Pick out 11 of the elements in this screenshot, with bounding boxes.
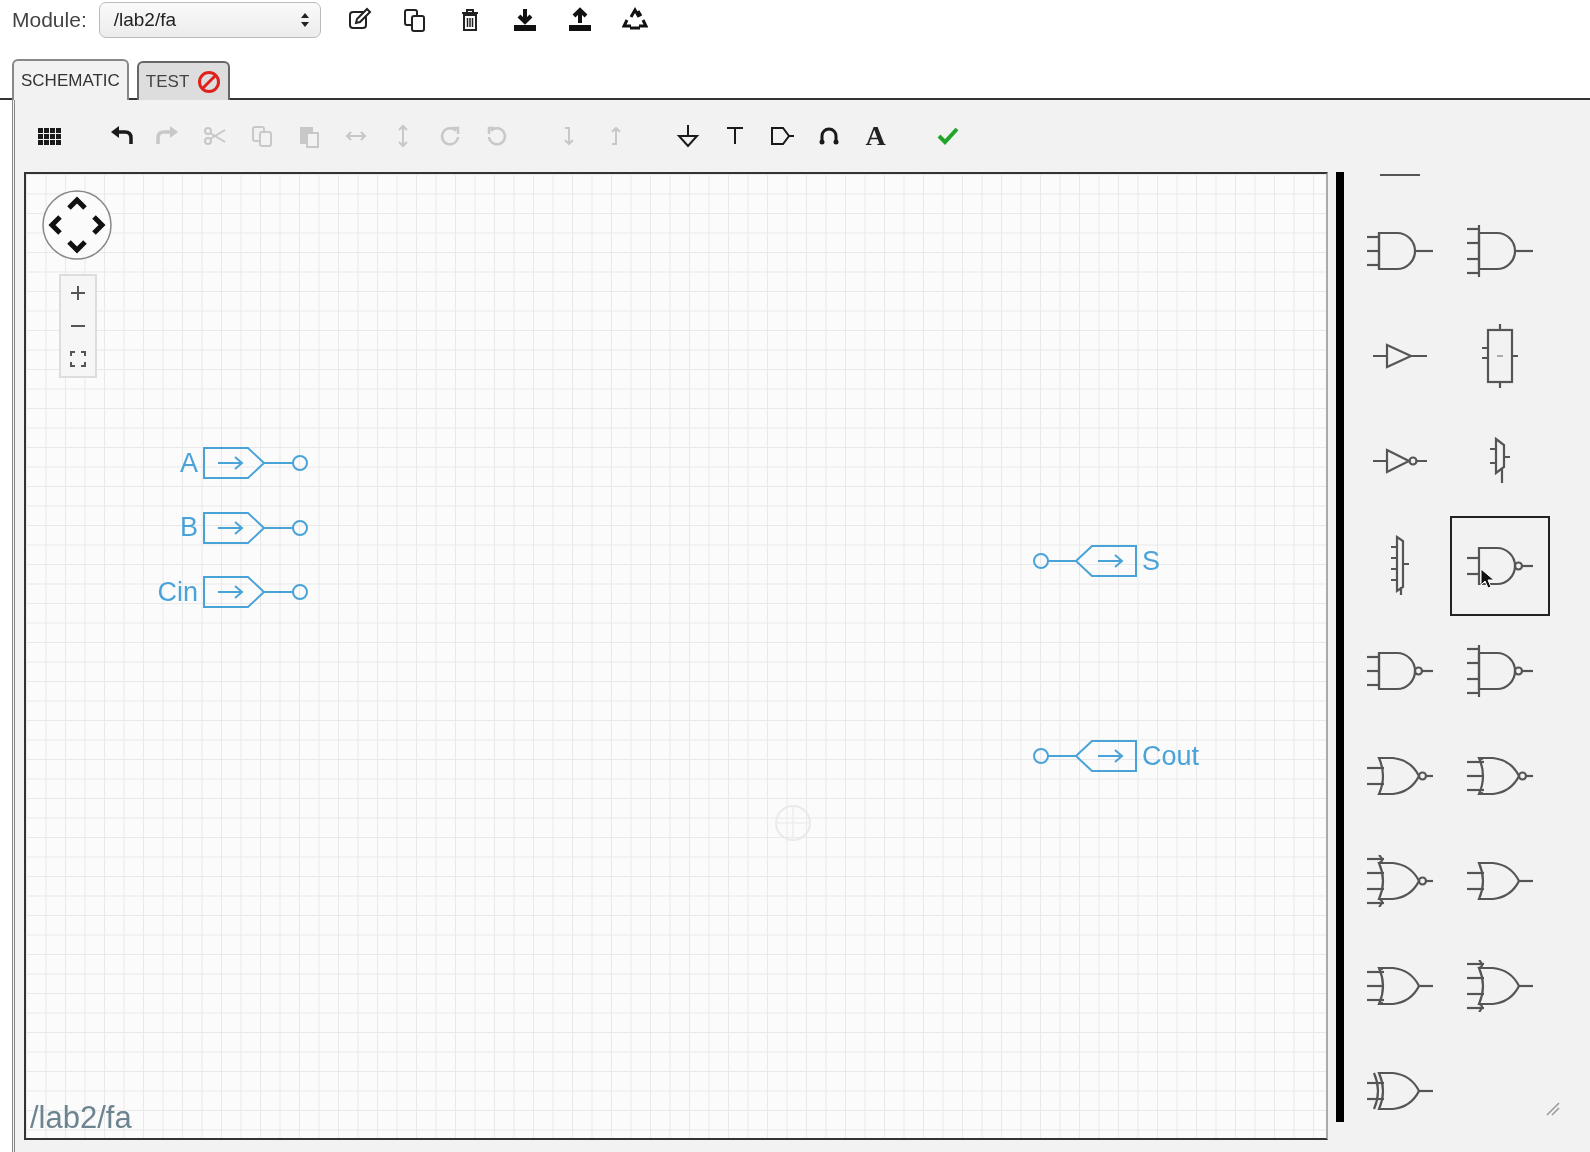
text-tool-button[interactable]: A [852,116,899,156]
module-select[interactable]: /lab2/fa [98,2,321,38]
port-label: Cin [157,576,198,608]
module-label: Module: [12,8,87,32]
tab[interactable]: SCHEMATIC [12,59,129,100]
port-label: B [180,512,198,543]
port-label: A [180,447,198,479]
tab[interactable]: TEST [136,61,231,100]
module-path-label: /lab2/fa [30,1100,132,1136]
port-label: S [1142,545,1160,577]
port-label: Cout [1142,740,1200,772]
